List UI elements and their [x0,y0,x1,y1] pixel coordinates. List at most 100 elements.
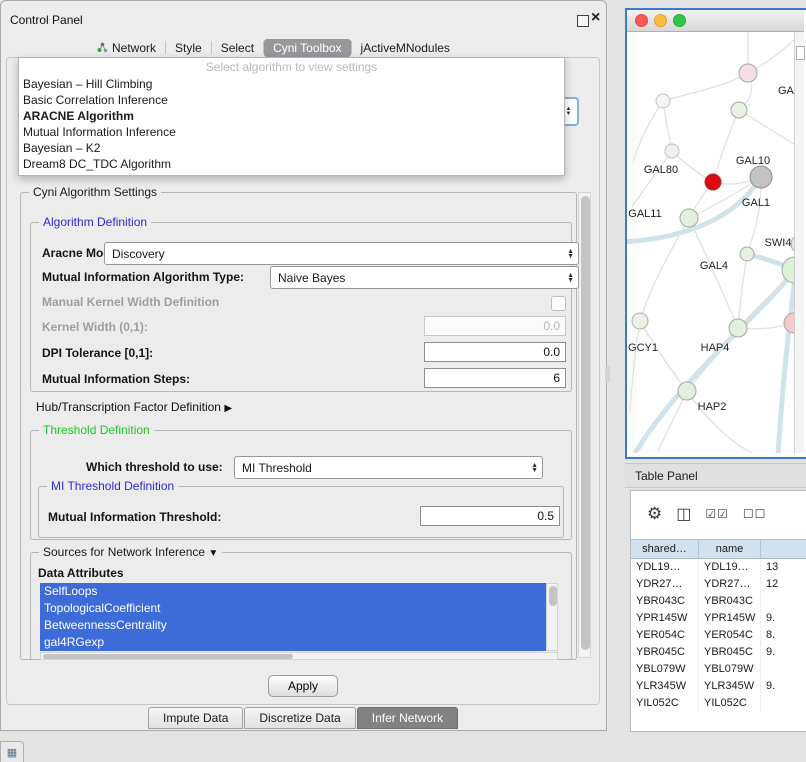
table-row[interactable]: YLR345WYLR345W9. [631,678,806,695]
network-node[interactable] [739,64,757,82]
bottom-tabs: Impute DataDiscretize DataInfer Network [148,707,459,729]
kernel-width-field[interactable] [424,316,566,336]
attributes-hscrollbar-thumb[interactable] [43,654,293,659]
network-node[interactable] [784,313,794,333]
table-row[interactable]: YDR27…YDR27…12 [631,576,806,593]
select-all-checkboxes-icon[interactable]: ☑☑ [705,507,729,521]
table-row[interactable]: YPR145WYPR145W9. [631,610,806,627]
desktop: Control Panel × NetworkStyleSelectCyni T… [0,0,806,762]
algorithm-definition-legend: Algorithm Definition [39,215,151,229]
which-threshold-select[interactable]: MI Threshold ▲▼ [234,456,543,479]
network-edge [738,254,747,328]
bottom-tab-discretize-data[interactable]: Discretize Data [244,707,355,729]
aracne-mode-select[interactable]: Discovery ▲▼ [104,242,579,265]
network-node[interactable] [782,257,794,283]
attribute-item[interactable]: BetweennessCentrality [40,617,546,634]
manual-kernel-checkbox[interactable] [551,296,566,311]
settings-scrollbar-thumb[interactable] [581,196,590,650]
network-node[interactable] [632,313,648,329]
attribute-item[interactable]: SelfLoops [40,583,546,600]
network-node[interactable] [729,319,747,337]
tab-cyni-toolbox[interactable]: Cyni Toolbox [264,39,350,57]
tab-style[interactable]: Style [166,39,211,57]
network-node-label: GCY1 [628,342,658,354]
mi-threshold-field[interactable] [420,506,560,526]
deselect-all-checkboxes-icon[interactable]: ☐☐ [743,507,767,521]
algorithm-option[interactable]: Dream8 DC_TDC Algorithm [19,156,564,172]
network-node[interactable] [680,209,698,227]
close-traffic-light-icon[interactable] [635,14,648,27]
table-row[interactable]: YDL19…YDL19…13 [631,559,806,576]
data-attributes-list[interactable]: SelfLoopsTopologicalCoefficientBetweenne… [40,583,546,651]
columns-icon[interactable]: ◫ [676,504,691,524]
algorithm-option[interactable]: ARACNE Algorithm [19,108,564,124]
table-row[interactable]: YBR043CYBR043C [631,593,806,610]
dpi-tolerance-field[interactable] [424,342,566,362]
dpi-tolerance-label: DPI Tolerance [0,1]: [42,346,153,360]
settings-scrollbar[interactable] [578,192,591,658]
table-cell [761,593,806,610]
network-edge [630,321,640,412]
threshold-definition-legend: Threshold Definition [39,423,154,437]
network-graph-canvas[interactable]: GAL80GAL10GAL11GAL1SWI4GAL4GCY1HAP4HAP2Y… [627,32,794,453]
cyni-settings-legend: Cyni Algorithm Settings [29,185,161,199]
apply-button[interactable]: Apply [268,675,338,697]
attributes-vscrollbar-thumb[interactable] [549,586,557,606]
table-cell: YDL19… [631,559,699,576]
algorithm-option[interactable]: Mutual Information Inference [19,124,564,140]
panel-splitter-handle[interactable] [605,366,610,382]
bottom-tab-infer-network[interactable]: Infer Network [357,707,458,729]
algorithm-dropdown-popup: Select algorithm to view settings Bayesi… [18,57,565,176]
mi-type-label: Mutual Information Algorithm Type: [42,270,244,284]
network-edge [663,73,748,101]
gear-icon[interactable]: ⚙ [647,504,662,524]
network-scrollbar[interactable] [794,32,804,453]
mi-steps-field[interactable] [424,368,566,388]
algorithm-option[interactable]: Bayesian – K2 [19,140,564,156]
attributes-hscrollbar[interactable] [40,652,558,660]
table-panel-titlebar: Table Panel [625,463,806,488]
algorithm-option[interactable]: Bayesian – Hill Climbing [19,76,564,92]
table-cell: YBL079W [631,661,699,678]
algorithm-option[interactable]: Basic Correlation Inference [19,92,564,108]
combo-stepper-icon: ▲▼ [567,273,574,283]
sources-expander[interactable]: Sources for Network Inference ▼ [39,545,222,559]
minimized-window-fragment[interactable]: ▦ [0,741,24,762]
chevron-down-icon: ▼ [208,548,218,559]
float-window-icon[interactable] [577,15,589,27]
which-threshold-label: Which threshold to use: [86,460,223,474]
table-cell: YER054C [699,627,761,644]
table-cell: YBR045C [699,644,761,661]
attribute-item[interactable]: TopologicalCoefficient [40,600,546,617]
zoom-traffic-light-icon[interactable] [673,14,686,27]
table-cell: 9. [761,644,806,661]
network-node[interactable] [705,174,721,190]
attributes-vscrollbar[interactable] [546,583,558,651]
network-node[interactable] [750,166,772,188]
table-row[interactable]: YER054CYER054C8. [631,627,806,644]
hub-definition-expander[interactable]: Hub/Transcription Factor Definition ▶ [36,400,232,414]
network-window-titlebar[interactable] [627,10,804,32]
network-node[interactable] [678,382,696,400]
network-node[interactable] [731,102,747,118]
table-row[interactable]: YBR045CYBR045C9. [631,644,806,661]
control-panel-title: Control Panel [10,13,83,27]
network-scrollbar-thumb[interactable] [796,46,805,60]
tab-select[interactable]: Select [212,39,263,57]
close-icon[interactable]: × [591,9,600,27]
table-cell: YPR145W [699,610,761,627]
column-header[interactable]: shared… [631,539,699,559]
network-node[interactable] [656,94,670,108]
column-header[interactable] [761,539,806,559]
network-node[interactable] [740,247,754,261]
mi-type-select[interactable]: Naive Bayes ▲▼ [270,266,579,289]
tab-jactivemnodules[interactable]: jActiveMNodules [352,39,459,57]
minimize-traffic-light-icon[interactable] [654,14,667,27]
tab-network[interactable]: Network [88,39,165,57]
bottom-tab-impute-data[interactable]: Impute Data [148,707,243,729]
network-node[interactable] [665,144,679,158]
column-header[interactable]: name [699,539,761,559]
attribute-item[interactable]: gal4RGexp [40,634,546,651]
table-row[interactable]: YBL079WYBL079W [631,661,806,678]
table-row[interactable]: YIL052CYIL052C [631,695,806,712]
